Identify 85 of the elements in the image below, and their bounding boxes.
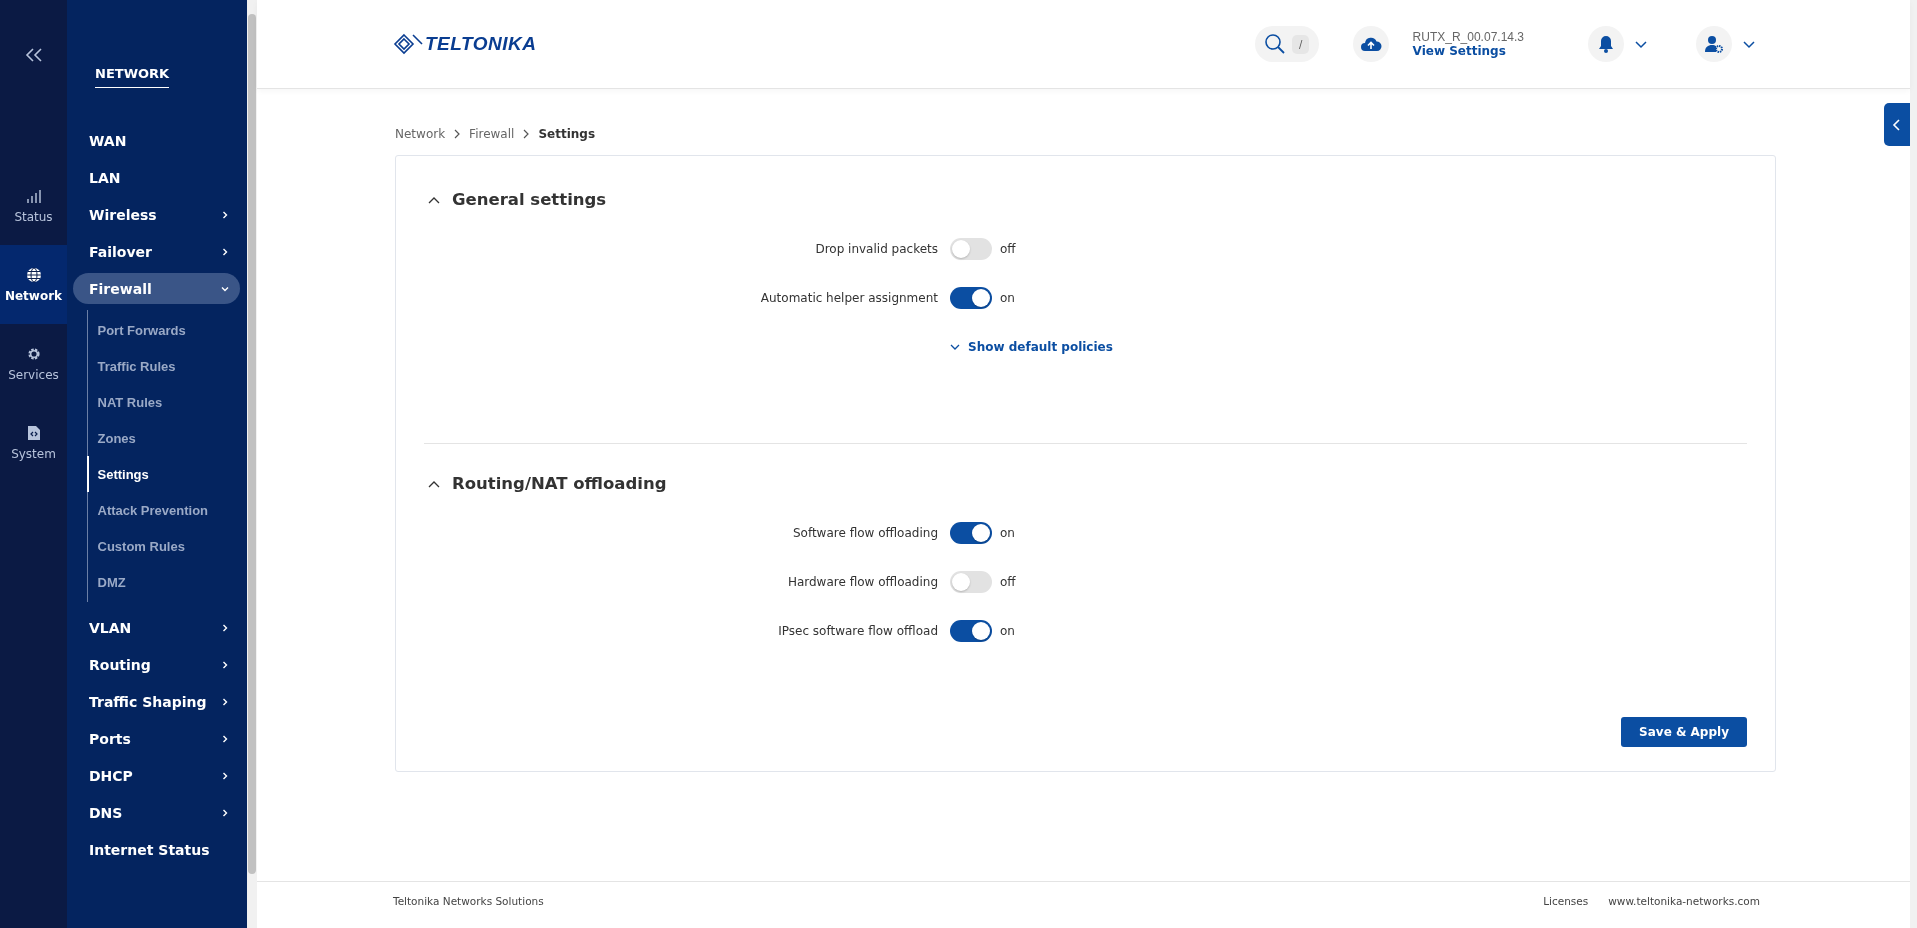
- footer-text: Teltonika Networks Solutions: [393, 895, 544, 907]
- section-title: NETWORK: [95, 66, 170, 88]
- section-header[interactable]: Routing/NAT offloading: [428, 474, 1747, 493]
- toggle-switch[interactable]: [950, 619, 992, 642]
- toggle-state-text: on: [1000, 525, 1016, 540]
- shortcut-key: /: [1292, 34, 1310, 54]
- rail-item[interactable]: Network: [0, 245, 67, 324]
- footer-link[interactable]: Licenses: [1543, 895, 1589, 907]
- toggle-switch[interactable]: [950, 570, 992, 593]
- rail-item[interactable]: System: [0, 403, 67, 482]
- setting-label: Drop invalid packets: [814, 241, 939, 256]
- diamond-logo-icon: [393, 33, 423, 55]
- search-button[interactable]: /: [1254, 26, 1319, 62]
- cloud-upload-icon: [1359, 36, 1382, 52]
- rail-item[interactable]: Status: [0, 166, 67, 245]
- nav-subitem[interactable]: Port Forwards: [86, 312, 240, 348]
- breadcrumb-item[interactable]: Network: [395, 127, 446, 141]
- search-icon: [1263, 33, 1286, 55]
- logo-text: TELTONIKA: [425, 33, 537, 55]
- toggle-state-text: on: [1000, 623, 1016, 638]
- nav-item[interactable]: VLAN: [73, 612, 240, 643]
- firmware-version: RUTX_R_00.07.14.3: [1412, 30, 1524, 44]
- chevron-down-icon: [950, 342, 960, 351]
- nav-subitem[interactable]: Zones: [86, 420, 240, 456]
- chevron-right-icon: [522, 129, 531, 139]
- chevron-right-icon: [220, 733, 230, 744]
- nav-subitem[interactable]: Custom Rules: [86, 528, 240, 564]
- setting-label: IPsec software flow offload: [777, 623, 939, 638]
- globe-icon: [25, 266, 42, 283]
- scrollbar-thumb[interactable]: [248, 14, 256, 874]
- double-chevron-left-icon: [24, 48, 43, 62]
- chevron-up-icon: [428, 195, 440, 204]
- setting-label: Hardware flow offloading: [786, 574, 939, 589]
- nav-item[interactable]: DNS: [73, 797, 240, 828]
- toggle-switch[interactable]: [950, 237, 992, 260]
- nav-item[interactable]: Ports: [73, 723, 240, 754]
- nav-subitem[interactable]: Attack Prevention: [86, 492, 240, 528]
- chevron-right-icon: [220, 622, 230, 633]
- chevron-right-icon: [220, 659, 230, 670]
- toggle-state-text: off: [1000, 574, 1017, 589]
- chevron-right-icon: [220, 770, 230, 781]
- nav-item[interactable]: WAN: [73, 125, 240, 156]
- toggle-switch[interactable]: [950, 286, 992, 309]
- nav-item[interactable]: Failover: [73, 236, 240, 267]
- chevron-right-icon: [220, 807, 230, 818]
- side-panel-toggle-button[interactable]: [1884, 103, 1910, 146]
- nav-item[interactable]: DHCP: [73, 760, 240, 791]
- chevron-right-icon: [220, 246, 230, 257]
- nav-subitem[interactable]: NAT Rules: [86, 384, 240, 420]
- nav-subitem[interactable]: Traffic Rules: [86, 348, 240, 384]
- caret-icon[interactable]: [1742, 39, 1756, 49]
- toggle-state-text: on: [1000, 290, 1016, 305]
- signal-icon: [25, 187, 42, 204]
- chevron-right-icon: [220, 696, 230, 707]
- nav-item[interactable]: LAN: [73, 162, 240, 193]
- chevron-right-icon: [220, 209, 230, 220]
- user-gear-icon: [1704, 35, 1724, 53]
- footer-link[interactable]: www.teltonika-networks.com: [1608, 895, 1760, 907]
- setting-label: Automatic helper assignment: [759, 290, 939, 305]
- nav-item[interactable]: Traffic Shaping: [73, 686, 240, 717]
- code-file-icon: [26, 424, 41, 441]
- chevron-right-icon: [453, 129, 462, 139]
- breadcrumb-item: Settings: [538, 127, 596, 141]
- bell-icon: [1598, 35, 1614, 53]
- upload-button[interactable]: [1352, 26, 1389, 62]
- view-settings-link[interactable]: View Settings: [1412, 44, 1524, 58]
- user-menu-button[interactable]: [1696, 26, 1732, 62]
- chevron-left-icon: [1892, 117, 1902, 132]
- show-default-policies-link[interactable]: Show default policies: [950, 339, 1747, 354]
- breadcrumb-item[interactable]: Firewall: [469, 127, 515, 141]
- section-header[interactable]: General settings: [428, 190, 1747, 209]
- toggle-state-text: off: [1000, 241, 1017, 256]
- caret-icon[interactable]: [1634, 39, 1648, 49]
- notifications-button[interactable]: [1588, 26, 1624, 62]
- nav-subitem[interactable]: Settings: [86, 456, 240, 492]
- chevron-up-icon: [428, 479, 440, 488]
- nav-item[interactable]: Routing: [73, 649, 240, 680]
- nav-subitem[interactable]: DMZ: [86, 564, 240, 600]
- nav-item[interactable]: Firewall: [73, 273, 240, 304]
- nav-item[interactable]: Wireless: [73, 199, 240, 230]
- toggle-switch[interactable]: [950, 521, 992, 544]
- nav-item[interactable]: Internet Status: [73, 834, 240, 865]
- save-apply-button[interactable]: Save & Apply: [1621, 717, 1747, 747]
- rail-item[interactable]: Services: [0, 324, 67, 403]
- setting-label: Software flow offloading: [791, 525, 939, 540]
